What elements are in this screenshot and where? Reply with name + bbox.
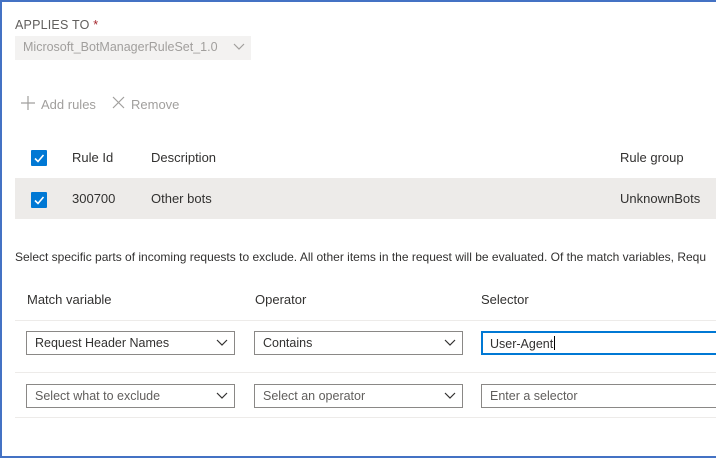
match-variable-value: Request Header Names [35, 336, 170, 350]
operator-dropdown[interactable]: Contains [254, 331, 463, 355]
chevron-down-icon [444, 389, 456, 404]
row-description: Other bots [151, 191, 212, 206]
applies-to-label: APPLIES TO * [15, 18, 98, 32]
chevron-down-icon [444, 336, 456, 351]
chevron-down-icon [216, 389, 228, 404]
remove-button[interactable]: Remove [112, 96, 179, 112]
selector-placeholder: Enter a selector [490, 389, 578, 403]
remove-label: Remove [131, 96, 180, 112]
row-checkbox[interactable] [31, 192, 47, 208]
operator-placeholder: Select an operator [263, 389, 366, 403]
add-rules-button[interactable]: Add rules [21, 96, 96, 113]
required-marker: * [93, 18, 99, 32]
match-variable-dropdown-empty[interactable]: Select what to exclude [26, 384, 235, 408]
column-header-description[interactable]: Description [151, 150, 216, 165]
applies-to-label-text: APPLIES TO [15, 18, 90, 32]
column-header-operator: Operator [255, 292, 307, 307]
info-text: Select specific parts of incoming reques… [15, 250, 707, 264]
chevron-down-icon [233, 40, 245, 55]
row-rule-group: UnknownBots [620, 191, 701, 206]
plus-icon [21, 96, 41, 113]
operator-dropdown-empty[interactable]: Select an operator [254, 384, 463, 408]
text-caret [554, 336, 556, 350]
match-variable-dropdown[interactable]: Request Header Names [26, 331, 235, 355]
divider [15, 320, 716, 321]
operator-value: Contains [263, 336, 313, 350]
checkmark-icon [34, 154, 45, 163]
row-rule-id: 300700 [72, 191, 116, 206]
add-rules-label: Add rules [41, 97, 96, 112]
selector-input-value: User-Agent [490, 337, 554, 351]
select-all-checkbox[interactable] [31, 150, 47, 166]
column-header-rule-id[interactable]: Rule Id [72, 150, 113, 165]
ruleset-dropdown[interactable]: Microsoft_BotManagerRuleSet_1.0 [15, 36, 251, 60]
column-header-selector: Selector [481, 292, 529, 307]
close-icon [112, 96, 131, 112]
column-header-rule-group[interactable]: Rule group [620, 150, 684, 165]
ruleset-dropdown-value: Microsoft_BotManagerRuleSet_1.0 [23, 40, 218, 54]
chevron-down-icon [216, 336, 228, 351]
divider [15, 372, 716, 373]
divider [15, 417, 716, 418]
column-header-match-variable: Match variable [27, 292, 112, 307]
exclusion-panel: APPLIES TO * Microsoft_BotManagerRuleSet… [0, 0, 716, 458]
table-row[interactable] [15, 178, 716, 219]
checkmark-icon [34, 196, 45, 205]
selector-input[interactable]: User-Agent [481, 331, 716, 355]
selector-input-empty[interactable]: Enter a selector [481, 384, 716, 408]
match-variable-placeholder: Select what to exclude [35, 389, 161, 403]
